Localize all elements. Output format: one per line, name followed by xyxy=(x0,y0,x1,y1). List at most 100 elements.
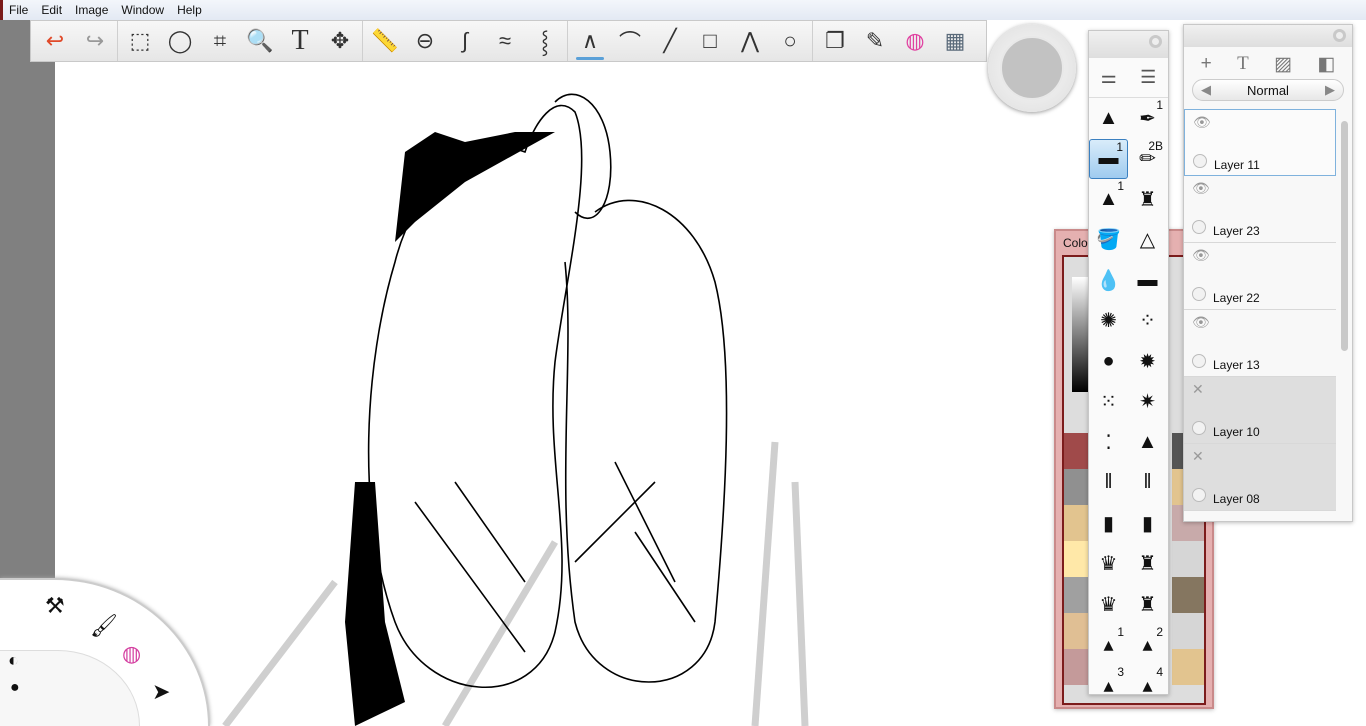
close-icon[interactable] xyxy=(1333,29,1346,42)
layer-select-radio[interactable] xyxy=(1193,154,1207,168)
brushes-button[interactable]: ✎ xyxy=(855,21,895,61)
brush-speckle[interactable]: ⁚ xyxy=(1089,422,1128,463)
polyline-button[interactable]: ⋀ xyxy=(730,21,770,61)
copy-paste-button[interactable]: ❐ xyxy=(815,21,855,61)
zoom-button[interactable]: 🔍 xyxy=(240,21,280,61)
brush-paint-bucket[interactable]: 🪣 xyxy=(1089,220,1128,261)
clear-layer-icon[interactable]: ◧ xyxy=(1317,53,1335,77)
brush-angle-brush[interactable]: ▮ xyxy=(1128,503,1167,544)
curve-button[interactable]: ⌒ xyxy=(610,21,650,61)
brush-preset-2[interactable]: ▴ 2 xyxy=(1128,625,1167,666)
layer-row[interactable]: ✕ Layer 10 xyxy=(1184,377,1336,444)
brush-preset-4[interactable]: ▴ 4 xyxy=(1128,665,1167,706)
brush-fan-brush[interactable]: ǁ xyxy=(1128,463,1167,504)
layer-row[interactable]: 👁 Layer 22 xyxy=(1184,243,1336,310)
layer-select-radio[interactable] xyxy=(1192,354,1206,368)
brush-preset-3[interactable]: ▴ 3 xyxy=(1089,665,1128,706)
menu-image[interactable]: Image xyxy=(75,3,108,17)
color-swatch[interactable] xyxy=(1172,649,1204,685)
next-blend-icon[interactable]: ▶ xyxy=(1325,82,1335,98)
freehand-button[interactable]: ∧ xyxy=(570,21,610,61)
ruler-button[interactable]: 📏 xyxy=(365,21,405,61)
brush-size-icon[interactable]: ● xyxy=(10,676,20,700)
brush-puck[interactable] xyxy=(988,24,1076,112)
brush-ballpoint[interactable]: ▲ 1 xyxy=(1089,179,1128,220)
blend-mode-selector[interactable]: ◀ Normal ▶ xyxy=(1192,79,1344,101)
layer-row[interactable]: 👁 Layer 13 xyxy=(1184,310,1336,377)
brush-icon[interactable]: 🖌 xyxy=(90,614,118,638)
brush-smudge[interactable]: △ xyxy=(1128,220,1167,261)
palette-button[interactable]: ▦ xyxy=(935,21,975,61)
layer-row[interactable]: ✕ Layer 08 xyxy=(1184,444,1336,511)
brush-ink-stamp[interactable]: ▲ xyxy=(1128,422,1167,463)
layer-scrollbar[interactable] xyxy=(1341,121,1348,351)
tools-icon[interactable]: ⚒ xyxy=(45,594,65,618)
brush-marker[interactable]: ♜ xyxy=(1128,179,1167,220)
brush-splatter-2[interactable]: ⁘ xyxy=(1128,301,1167,342)
menu-window[interactable]: Window xyxy=(121,3,164,17)
add-text-layer-icon[interactable]: T xyxy=(1237,53,1249,77)
close-icon[interactable] xyxy=(1149,35,1162,48)
brush-pen[interactable]: ✒ 1 xyxy=(1128,98,1167,139)
select-arrow-icon[interactable]: ➤ xyxy=(152,680,170,704)
brush-round-brush[interactable]: ǁ xyxy=(1089,463,1128,504)
puck-center[interactable] xyxy=(1000,36,1064,100)
crop-button[interactable]: ⌗ xyxy=(200,21,240,61)
layer-row[interactable]: 👁 Layer 11 xyxy=(1184,109,1336,176)
layer-select-radio[interactable] xyxy=(1192,287,1206,301)
color-swatch[interactable] xyxy=(1172,541,1204,577)
brush-blur[interactable]: 💧 xyxy=(1089,260,1128,301)
eye-icon[interactable]: 👁 xyxy=(1192,180,1210,197)
text-button[interactable]: T xyxy=(280,21,320,61)
brush-splatter-3[interactable]: ● xyxy=(1089,341,1128,382)
color-swatch[interactable] xyxy=(1172,613,1204,649)
hidden-eye-icon[interactable]: ✕ xyxy=(1192,381,1204,398)
layer-panel-header[interactable] xyxy=(1184,25,1352,47)
eye-icon[interactable]: 👁 xyxy=(1192,314,1210,331)
brush-palette-header[interactable] xyxy=(1089,31,1168,58)
line-button[interactable]: ╱ xyxy=(650,21,690,61)
rect-select-button[interactable]: ⬚ xyxy=(120,21,160,61)
add-layer-icon[interactable]: + xyxy=(1201,53,1212,77)
undo-button[interactable]: ↩ xyxy=(35,21,75,61)
menu-file[interactable]: File xyxy=(9,3,28,17)
layer-row[interactable]: 👁 Layer 23 xyxy=(1184,176,1336,243)
brush-bristle-1[interactable]: ♛ xyxy=(1089,544,1128,585)
lasso-button[interactable]: ◯ xyxy=(160,21,200,61)
brush-splatter-4[interactable]: ✹ xyxy=(1128,341,1167,382)
layer-select-radio[interactable] xyxy=(1192,220,1206,234)
color-wheel-button[interactable]: ◍ xyxy=(895,21,935,61)
brush-airbrush[interactable]: ▲ xyxy=(1089,98,1128,139)
menu-edit[interactable]: Edit xyxy=(41,3,62,17)
brush-properties-icon[interactable]: ⚌ xyxy=(1101,67,1117,88)
move-button[interactable]: ✥ xyxy=(320,21,360,61)
brush-bristle-3[interactable]: ♛ xyxy=(1089,584,1128,625)
brush-library-icon[interactable]: ☰ xyxy=(1140,67,1156,88)
brush-flat-brush[interactable]: ▮ xyxy=(1089,503,1128,544)
layer-select-radio[interactable] xyxy=(1192,488,1206,502)
brush-eraser[interactable]: ▬ 1 xyxy=(1089,138,1128,179)
hidden-eye-icon[interactable]: ✕ xyxy=(1192,448,1204,465)
brush-splatter-6[interactable]: ✷ xyxy=(1128,382,1167,423)
brush-splatter-5[interactable]: ⁙ xyxy=(1089,382,1128,423)
color-wheel-icon[interactable]: ◍ xyxy=(122,642,141,666)
eye-icon[interactable]: 👁 xyxy=(1192,247,1210,264)
color-swatch[interactable] xyxy=(1172,577,1204,613)
brush-bristle-4[interactable]: ♜ xyxy=(1128,584,1167,625)
rectangle-button[interactable]: □ xyxy=(690,21,730,61)
ellipse-guide-button[interactable]: ⊖ xyxy=(405,21,445,61)
menu-help[interactable]: Help xyxy=(177,3,202,17)
brush-bristle-2[interactable]: ♜ xyxy=(1128,544,1167,585)
eraser-icon[interactable]: ◐ xyxy=(8,648,19,672)
brush-pencil[interactable]: ✏ 2B xyxy=(1128,139,1167,180)
eye-icon[interactable]: 👁 xyxy=(1193,114,1211,131)
french-curve-button[interactable]: ∫ xyxy=(445,21,485,61)
brush-splatter-1[interactable]: ✺ xyxy=(1089,301,1128,342)
ellipse-button[interactable]: ○ xyxy=(770,21,810,61)
prev-blend-icon[interactable]: ◀ xyxy=(1201,82,1211,98)
symmetry-x-button[interactable]: ≈ xyxy=(485,21,525,61)
layer-select-radio[interactable] xyxy=(1192,421,1206,435)
brush-sharpen[interactable]: ▬ xyxy=(1128,260,1167,301)
brush-preset-1[interactable]: ▴ 1 xyxy=(1089,625,1128,666)
redo-button[interactable]: ↪ xyxy=(75,21,115,61)
